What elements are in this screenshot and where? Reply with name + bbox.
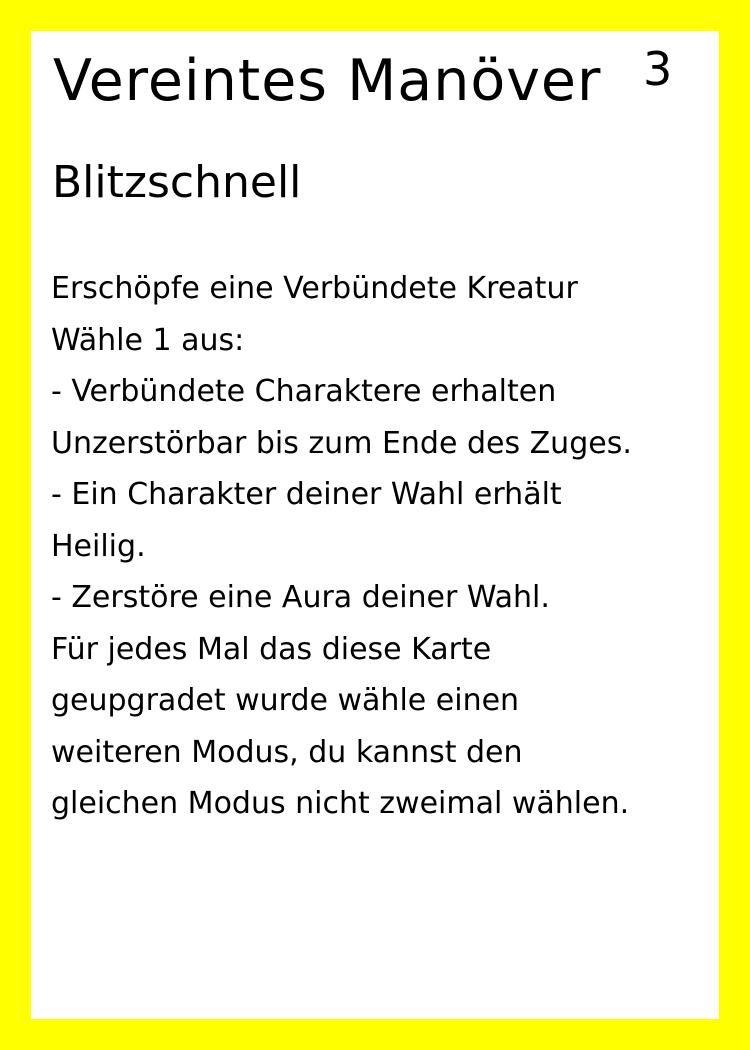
rules-line: Heilig. [51,528,146,564]
rules-line: Erschöpfe eine Verbündete Kreatur [51,271,578,306]
card: Vereintes Manöver 3 Blitzschnell Erschöp… [31,31,719,1019]
card-rules-text: Erschöpfe eine Verbündete Kreatur Wähle … [51,263,711,830]
card-title: Vereintes Manöver [53,48,602,114]
rules-line: Für jedes Mal das diese Karte [51,631,492,667]
rules-line: Unzerstörbar bis zum Ende des Zuges. [51,425,632,461]
rules-line: Wähle 1 aus: [51,322,245,358]
rules-line: - Zerstöre eine Aura deiner Wahl. [51,580,550,615]
card-cost: 3 [643,42,673,96]
rules-line: geupgradet wurde wähle einen [51,683,520,718]
rules-line: weiteren Modus, du kannst den [51,734,523,770]
rules-line: - Verbündete Charaktere erhalten [51,374,557,409]
card-subtitle: Blitzschnell [52,157,302,208]
rules-line: gleichen Modus nicht zweimal wählen. [51,786,630,821]
rules-line: - Ein Charakter deiner Wahl erhält [51,477,562,512]
